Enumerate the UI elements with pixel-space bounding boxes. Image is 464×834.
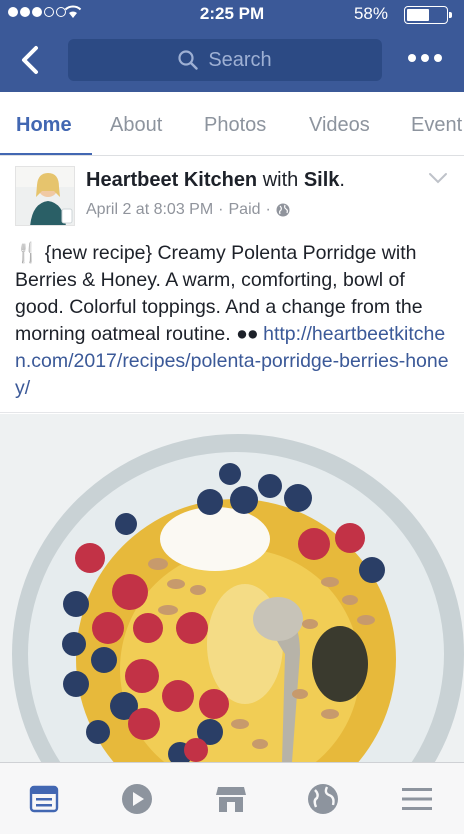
divider	[0, 412, 464, 413]
status-bar: 2:25 PM 58%	[0, 0, 464, 28]
post-meta: April 2 at 8:03 PM · Paid ·	[86, 201, 290, 219]
top-bar: 2:25 PM 58% Search	[0, 0, 464, 92]
author-period: .	[339, 169, 345, 191]
emoji-dots: ●●	[236, 323, 259, 345]
post-author[interactable]: Heartbeet Kitchen with Silk.	[86, 169, 345, 192]
chevron-down-icon	[429, 173, 447, 184]
tab-photos[interactable]: Photos	[204, 114, 266, 137]
more-button[interactable]	[408, 54, 442, 62]
search-icon	[178, 50, 199, 70]
battery-icon	[404, 6, 452, 24]
post-date[interactable]: April 2 at 8:03 PM	[86, 201, 213, 219]
partner-name[interactable]: Silk	[304, 169, 340, 191]
globe-icon	[308, 784, 338, 814]
active-tab-indicator	[0, 153, 92, 155]
post-photo[interactable]	[0, 414, 464, 762]
post-text: 🍴 {new recipe} Creamy Polenta Porridge w…	[15, 240, 455, 402]
search-input[interactable]: Search	[68, 39, 382, 81]
page-tabs: Home About Photos Videos Event	[0, 92, 464, 156]
post-header: Heartbeet Kitchen with Silk. April 2 at …	[0, 157, 464, 237]
news-feed-icon	[29, 785, 59, 813]
tab-home[interactable]: Home	[16, 114, 72, 137]
nav-bar: Search	[0, 34, 464, 88]
paid-label: Paid	[228, 201, 261, 218]
chevron-left-icon	[22, 46, 38, 74]
meta-separator-2: ·	[265, 201, 271, 218]
battery-percent: 58%	[353, 4, 388, 23]
video-play-icon	[122, 784, 152, 814]
back-button[interactable]	[10, 40, 50, 80]
tab-videos[interactable]: Videos	[309, 114, 370, 137]
search-placeholder: Search	[208, 48, 272, 71]
page-name[interactable]: Heartbeet Kitchen	[86, 169, 257, 191]
post-options-button[interactable]	[428, 171, 448, 189]
tab-marketplace[interactable]	[211, 779, 251, 819]
marketplace-icon	[216, 787, 246, 812]
bottom-tab-bar	[0, 762, 464, 834]
tab-about[interactable]: About	[110, 114, 162, 137]
tab-news-feed[interactable]	[24, 779, 64, 819]
tab-video[interactable]	[117, 779, 157, 819]
menu-icon	[402, 788, 432, 810]
tab-menu[interactable]	[397, 779, 437, 819]
avatar[interactable]	[15, 166, 75, 226]
tab-events[interactable]: Event	[411, 114, 462, 137]
with-text: with	[257, 169, 304, 191]
fork-knife-icon: 🍴	[15, 242, 40, 264]
status-time: 2:25 PM	[199, 4, 265, 23]
meta-separator: ·	[218, 201, 224, 218]
globe-icon	[276, 203, 290, 217]
tab-notifications-globe[interactable]	[303, 779, 343, 819]
